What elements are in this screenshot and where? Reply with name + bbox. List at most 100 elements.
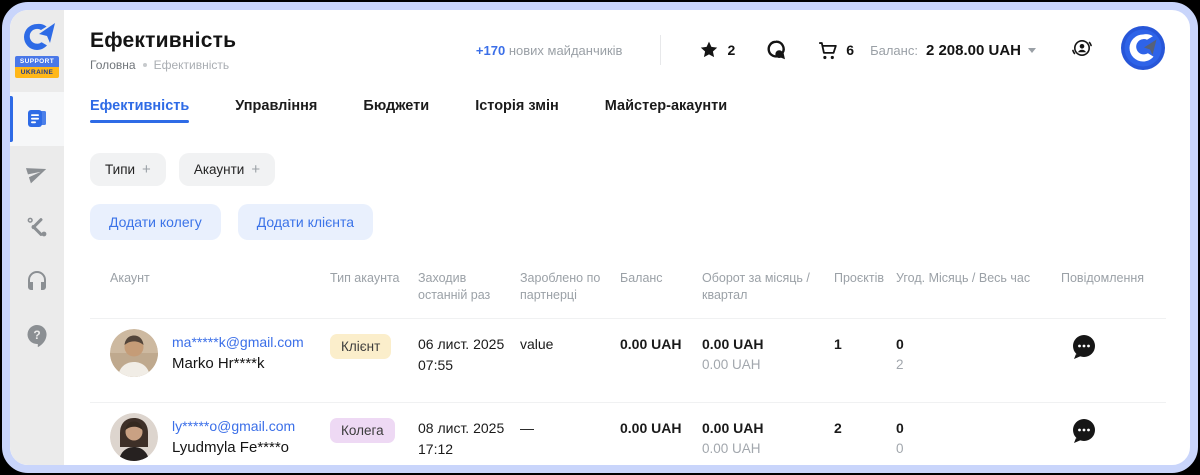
feed-icon — [25, 107, 49, 131]
breadcrumb-home[interactable]: Головна — [90, 58, 136, 72]
projects-cell: 2 — [834, 403, 896, 436]
plus-icon: + — [142, 161, 151, 178]
tab-bar: Ефективність Управління Бюджети Історія … — [64, 90, 1190, 127]
last-visit-time: 17:12 — [418, 441, 520, 457]
col-balance: Баланс — [620, 270, 702, 304]
sidebar-item-feed[interactable] — [10, 92, 64, 146]
account-logo-button[interactable] — [1120, 25, 1166, 76]
new-platforms-count: +170 — [476, 43, 505, 58]
new-platforms-label: нових майданчиків — [509, 43, 623, 58]
new-platforms-link[interactable]: +170 нових майданчиків — [476, 43, 623, 58]
avatar — [110, 413, 158, 461]
table-header: Акаунт Тип акаунта Заходив останній раз … — [90, 270, 1166, 318]
account-type-badge: Клієнт — [330, 334, 391, 359]
col-account-type: Тип акаунта — [330, 270, 418, 304]
headset-icon — [25, 269, 49, 293]
col-deals: Угод. Місяць / Весь час — [896, 270, 1061, 304]
turnover-month: 0.00 UAH — [702, 336, 834, 352]
tab-management[interactable]: Управління — [235, 98, 317, 127]
sidebar-item-support[interactable] — [10, 254, 64, 308]
tools-icon — [25, 215, 49, 239]
col-projects: Проєктів — [834, 270, 896, 304]
page-title: Ефективність — [90, 29, 236, 53]
message-bubble-icon — [1069, 332, 1099, 362]
send-icon — [25, 161, 49, 185]
breadcrumb-separator — [143, 63, 147, 67]
sidebar-nav: ? — [10, 92, 64, 362]
col-turnover: Оборот за місяць / квартал — [702, 270, 834, 304]
last-visit-date: 06 лист. 2025 — [418, 336, 520, 352]
svg-text:?: ? — [33, 328, 40, 342]
message-button[interactable] — [1061, 403, 1166, 451]
account-email[interactable]: ly*****o@gmail.com — [172, 418, 295, 434]
chat-counter[interactable] — [765, 39, 787, 61]
sidebar: SUPPORT UKRAINE — [10, 10, 64, 465]
star-icon — [699, 40, 719, 60]
turnover-cell: 0.00 UAH 0.00 UAH — [702, 403, 834, 456]
message-bubble-icon — [1069, 416, 1099, 446]
voice-notification-button[interactable] — [1070, 36, 1094, 65]
tab-master-accounts[interactable]: Майстер-акаунти — [605, 98, 727, 127]
col-partner-earned: Зароблено по партнерці — [520, 270, 620, 304]
voice-assistant-icon — [1070, 36, 1094, 60]
support-ukraine-badge: SUPPORT UKRAINE — [15, 56, 59, 78]
chevron-down-icon — [1028, 48, 1036, 53]
breadcrumb-current: Ефективність — [154, 58, 230, 72]
add-client-button[interactable]: Додати клієнта — [238, 204, 373, 240]
accounts-table: Акаунт Тип акаунта Заходив останній раз … — [90, 270, 1166, 473]
account-name: Marko Hr****k — [172, 355, 304, 372]
turnover-month: 0.00 UAH — [702, 420, 834, 436]
favorites-counter[interactable]: 2 — [699, 40, 735, 60]
account-identity: ma*****k@gmail.com Marko Hr****k — [172, 334, 304, 372]
account-name: Lyudmyla Fe****o — [172, 439, 295, 456]
filter-accounts[interactable]: Акаунти + — [179, 153, 275, 186]
balance-cell: 0.00 UAH — [620, 403, 702, 436]
balance-cell: 0.00 UAH — [620, 319, 702, 352]
add-colleague-button[interactable]: Додати колегу — [90, 204, 221, 240]
account-type-badge: Колега — [330, 418, 395, 443]
deals-cell: 0 2 — [896, 319, 1061, 372]
cart-counter[interactable]: 6 — [817, 40, 854, 61]
app-window: SUPPORT UKRAINE — [2, 2, 1198, 473]
plus-icon: + — [251, 161, 260, 178]
breadcrumb: Головна Ефективність — [90, 58, 236, 72]
last-visit-time: 07:55 — [418, 357, 520, 373]
cart-count: 6 — [846, 42, 854, 58]
tab-change-history[interactable]: Історія змін — [475, 98, 559, 127]
balance-label: Баланс: — [870, 43, 918, 58]
filter-accounts-label: Акаунти — [194, 162, 245, 177]
sidebar-item-tools[interactable] — [10, 200, 64, 254]
deals-total: 0 — [896, 441, 1061, 456]
filter-types[interactable]: Типи + — [90, 153, 166, 186]
table-row: ma*****k@gmail.com Marko Hr****k Клієнт … — [90, 318, 1166, 402]
col-last-visit: Заходив останній раз — [418, 270, 520, 304]
action-bar: Додати колегу Додати клієнта — [64, 186, 1190, 240]
partner-earned-cell: value — [520, 319, 620, 352]
turnover-quarter: 0.00 UAH — [702, 441, 834, 456]
balance-dropdown[interactable]: Баланс: 2 208.00 UAH — [870, 42, 1036, 59]
deals-cell: 0 0 — [896, 403, 1061, 456]
turnover-cell: 0.00 UAH 0.00 UAH — [702, 319, 834, 372]
account-cell: ly*****o@gmail.com Lyudmyla Fe****o — [110, 403, 330, 461]
last-visit-cell: 06 лист. 2025 07:55 — [418, 319, 520, 373]
account-email[interactable]: ma*****k@gmail.com — [172, 334, 304, 350]
message-button[interactable] — [1061, 319, 1166, 367]
sidebar-item-send[interactable] — [10, 146, 64, 200]
tab-effectiveness[interactable]: Ефективність — [90, 98, 189, 127]
table-row: ly*****o@gmail.com Lyudmyla Fe****o Коле… — [90, 402, 1166, 473]
sidebar-item-help[interactable]: ? — [10, 308, 64, 362]
tab-budgets[interactable]: Бюджети — [363, 98, 429, 127]
account-logo-icon — [1120, 25, 1166, 71]
ukraine-label: UKRAINE — [15, 67, 59, 78]
account-identity: ly*****o@gmail.com Lyudmyla Fe****o — [172, 418, 295, 456]
projects-cell: 1 — [834, 319, 896, 352]
filter-types-label: Типи — [105, 162, 135, 177]
col-account: Акаунт — [110, 270, 330, 304]
last-visit-cell: 08 лист. 2025 17:12 — [418, 403, 520, 457]
cart-icon — [817, 40, 838, 61]
col-messages: Повідомлення — [1061, 270, 1166, 304]
title-block: Ефективність Головна Ефективність — [90, 29, 236, 72]
app-logo[interactable]: SUPPORT UKRAINE — [15, 10, 59, 78]
main-content: Ефективність Головна Ефективність +170 н… — [64, 10, 1190, 465]
type-cell: Колега — [330, 403, 418, 443]
